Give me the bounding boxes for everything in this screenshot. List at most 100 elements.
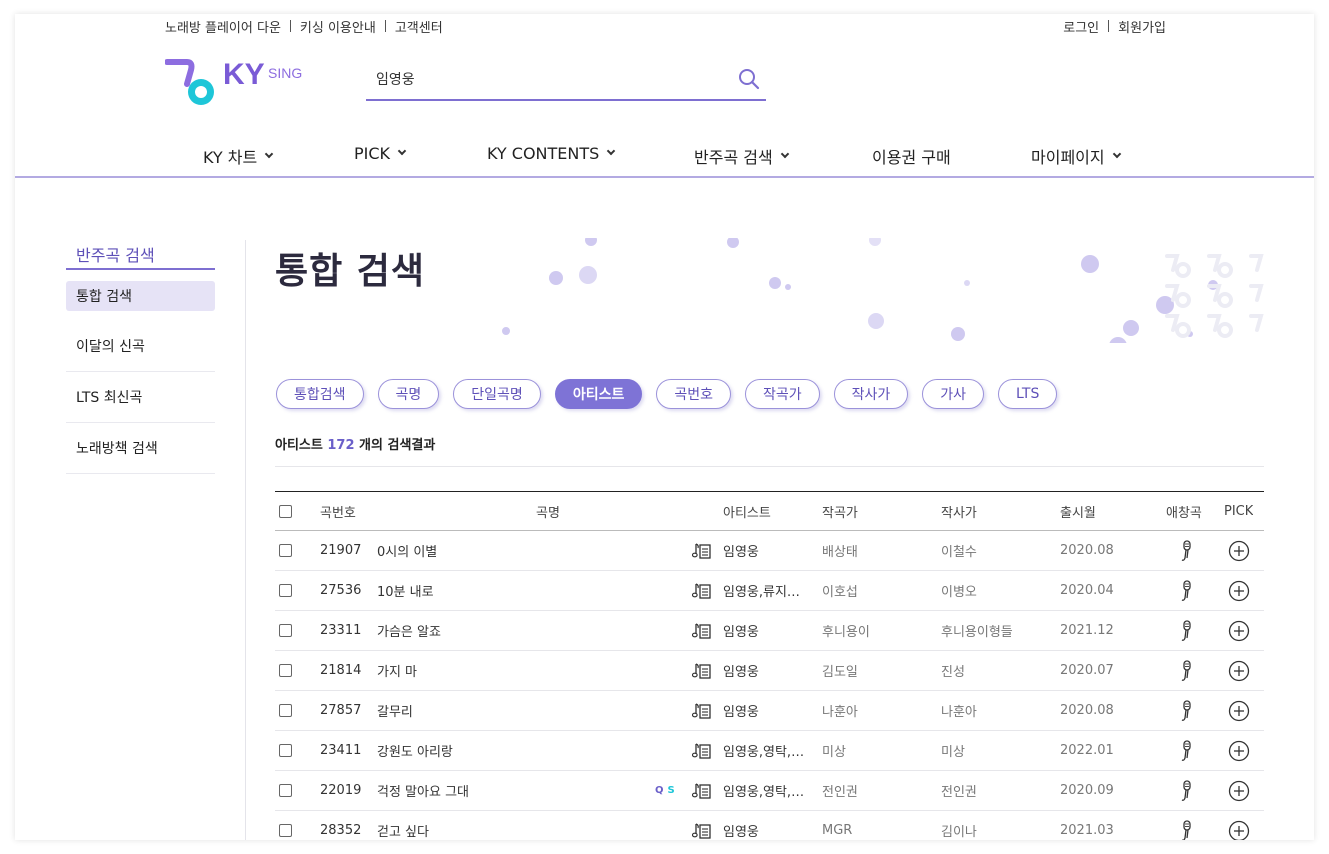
- nav-mypage[interactable]: 마이페이지: [1031, 144, 1121, 168]
- artist-name[interactable]: 임영웅: [723, 611, 815, 650]
- score-sheet-icon[interactable]: [692, 691, 712, 730]
- plus-circle-icon[interactable]: [1228, 691, 1250, 730]
- search-icon[interactable]: [738, 68, 760, 90]
- lyricist-name: 전인권: [941, 785, 977, 800]
- row-checkbox[interactable]: [279, 544, 292, 557]
- tab-title[interactable]: 곡명: [377, 379, 440, 409]
- tab-single-title[interactable]: 단일곡명: [453, 379, 541, 409]
- song-title[interactable]: 걱정 말아요 그대: [377, 771, 469, 810]
- microphone-icon[interactable]: [1179, 571, 1193, 610]
- score-sheet-icon[interactable]: [692, 731, 712, 770]
- row-checkbox[interactable]: [279, 704, 292, 717]
- microphone-icon[interactable]: [1179, 651, 1193, 690]
- artist-name[interactable]: 임영웅,영탁,…: [723, 771, 815, 810]
- table-row[interactable]: 23311 가슴은 알죠 임영웅 후니용이 후니용이형들 2021.12: [275, 611, 1264, 651]
- search-input[interactable]: [366, 64, 726, 94]
- artist-name[interactable]: 임영웅: [723, 811, 815, 840]
- score-sheet-icon[interactable]: [692, 531, 712, 570]
- microphone-icon[interactable]: [1179, 771, 1193, 810]
- plus-circle-icon[interactable]: [1228, 531, 1250, 570]
- score-sheet-icon[interactable]: [692, 611, 712, 650]
- util-link-guide[interactable]: 키싱 이용안내: [300, 17, 376, 36]
- qs-badge: QS: [655, 771, 679, 810]
- table-row[interactable]: 27857 갈무리 임영웅 나훈아 나훈아 2020.08: [275, 691, 1264, 731]
- tab-lyrics[interactable]: 가사: [922, 379, 985, 409]
- song-title[interactable]: 강원도 아리랑: [377, 731, 453, 770]
- table-row[interactable]: 27536 10분 내로 임영웅,류지… 이호섭 이병오 2020.04: [275, 571, 1264, 611]
- nav-label: KY CONTENTS: [487, 144, 600, 163]
- nav-ky-contents[interactable]: KY CONTENTS: [487, 144, 616, 163]
- row-checkbox[interactable]: [279, 824, 292, 837]
- tab-lts[interactable]: LTS: [998, 379, 1058, 409]
- login-link[interactable]: 로그인: [1063, 17, 1099, 36]
- utility-links-right: 로그인 회원가입: [1063, 17, 1166, 36]
- microphone-icon[interactable]: [1179, 531, 1193, 570]
- tab-song-number[interactable]: 곡번호: [656, 379, 731, 409]
- microphone-icon[interactable]: [1179, 731, 1193, 770]
- artist-name[interactable]: 임영웅: [723, 531, 815, 570]
- release-date: 2020.09: [1060, 783, 1114, 798]
- lyricist-name: 나훈아: [941, 705, 977, 720]
- row-select-cell: [279, 771, 292, 810]
- song-title[interactable]: 가슴은 알죠: [377, 611, 441, 650]
- table-row[interactable]: 21907 0시의 이별 임영웅 배상태 이철수 2020.08: [275, 531, 1264, 571]
- plus-circle-icon[interactable]: [1228, 771, 1250, 810]
- release-date: 2020.04: [1060, 583, 1114, 598]
- score-sheet-icon[interactable]: [692, 771, 712, 810]
- table-row[interactable]: 23411 강원도 아리랑 임영웅,영탁,… 미상 미상 2022.01: [275, 731, 1264, 771]
- row-checkbox[interactable]: [279, 584, 292, 597]
- song-title[interactable]: 갈무리: [377, 691, 413, 730]
- song-title[interactable]: 0시의 이별: [377, 531, 437, 570]
- nav-song-search[interactable]: 반주곡 검색: [694, 144, 789, 168]
- tab-lyricist[interactable]: 작사가: [833, 379, 909, 409]
- row-checkbox[interactable]: [279, 744, 292, 757]
- table-row[interactable]: 28352 걷고 싶다 임영웅 MGR 김이나 2021.03: [275, 811, 1264, 840]
- header-title: 곡명: [536, 505, 560, 521]
- score-sheet-icon[interactable]: [692, 651, 712, 690]
- row-select-cell: [279, 611, 292, 650]
- sidebar-item-new-songs[interactable]: 이달의 신곡: [66, 321, 215, 372]
- tab-artist[interactable]: 아티스트: [554, 379, 643, 409]
- score-sheet-icon[interactable]: [692, 811, 712, 840]
- microphone-icon[interactable]: [1179, 811, 1193, 840]
- util-link-support[interactable]: 고객센터: [395, 17, 443, 36]
- song-title[interactable]: 걷고 싶다: [377, 811, 429, 840]
- nav-label: PICK: [354, 144, 391, 163]
- row-checkbox[interactable]: [279, 784, 292, 797]
- nav-label: 반주곡 검색: [694, 148, 773, 167]
- util-link-player-download[interactable]: 노래방 플레이어 다운: [165, 17, 281, 36]
- plus-circle-icon[interactable]: [1228, 731, 1250, 770]
- utility-links-left: 노래방 플레이어 다운 키싱 이용안내 고객센터: [165, 17, 443, 36]
- table-row[interactable]: 22019 걱정 말아요 그대 Q S 임영웅,영탁,… 전인권 전인권 2020.09: [275, 771, 1264, 811]
- nav-pick[interactable]: PICK: [354, 144, 407, 163]
- plus-circle-icon[interactable]: [1228, 571, 1250, 610]
- nav-ticket-purchase[interactable]: 이용권 구매: [872, 144, 951, 168]
- select-all-checkbox[interactable]: [279, 504, 292, 518]
- tab-composer[interactable]: 작곡가: [745, 379, 820, 409]
- row-select-cell: [279, 571, 292, 610]
- table-row[interactable]: 21814 가지 마 임영웅 김도일 진성 2020.07: [275, 651, 1264, 691]
- plus-circle-icon[interactable]: [1228, 651, 1250, 690]
- row-checkbox[interactable]: [279, 624, 292, 637]
- tab-integrated[interactable]: 통합검색: [276, 379, 364, 409]
- sidebar-item-lts-latest[interactable]: LTS 최신곡: [66, 372, 215, 423]
- artist-name[interactable]: 임영웅,영탁,…: [723, 731, 815, 770]
- nav-ky-chart[interactable]: KY 차트: [203, 144, 274, 168]
- plus-circle-icon[interactable]: [1228, 611, 1250, 650]
- sidebar-item-songbook-search[interactable]: 노래방책 검색: [66, 423, 215, 474]
- song-title[interactable]: 가지 마: [377, 651, 417, 690]
- artist-name[interactable]: 임영웅: [723, 651, 815, 690]
- score-sheet-icon[interactable]: [692, 571, 712, 610]
- song-number: 21907: [320, 543, 362, 558]
- signup-link[interactable]: 회원가입: [1118, 17, 1166, 36]
- artist-name[interactable]: 임영웅: [723, 691, 815, 730]
- page-frame: 노래방 플레이어 다운 키싱 이용안내 고객센터 로그인 회원가입 KY SIN…: [15, 14, 1314, 840]
- ky-sing-logo[interactable]: KY SING: [165, 56, 325, 108]
- artist-name[interactable]: 임영웅,류지…: [723, 571, 815, 610]
- song-title[interactable]: 10분 내로: [377, 571, 434, 610]
- microphone-icon[interactable]: [1179, 611, 1193, 650]
- microphone-icon[interactable]: [1179, 691, 1193, 730]
- row-checkbox[interactable]: [279, 664, 292, 677]
- sidebar-item-integrated-search[interactable]: 통합 검색: [66, 281, 215, 311]
- plus-circle-icon[interactable]: [1228, 811, 1250, 840]
